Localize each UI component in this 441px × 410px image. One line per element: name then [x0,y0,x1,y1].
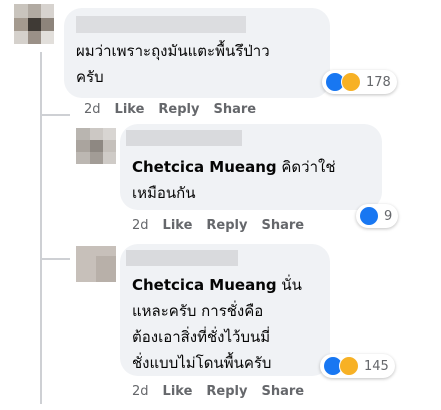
thread-line [40,52,42,404]
share-button[interactable]: Share [213,102,256,117]
reaction-summary[interactable]: 178 [322,70,397,94]
like-button[interactable]: Like [163,218,193,233]
avatar[interactable] [76,128,116,164]
reply-author-placeholder [126,250,238,266]
thread-branch [40,258,70,260]
reply-timestamp[interactable]: 2d [132,218,149,233]
reaction-count: 9 [384,208,393,224]
reply-text: Chetcica Mueang คิดว่าใช่ เหมือนกัน [132,158,336,202]
reply-author[interactable]: Chetcica Mueang [132,276,277,294]
reply-text: Chetcica Mueang นั่น แหละครับ การชั่งคือ… [132,276,302,372]
comment-author[interactable] [76,16,246,33]
haha-reaction-icon [341,72,361,92]
comment-actions: 2d Like Reply Share [84,102,270,117]
avatar[interactable] [14,4,54,44]
reply-actions: 2d Like Reply Share [132,384,318,399]
comment-timestamp[interactable]: 2d [84,102,101,117]
share-button[interactable]: Share [261,218,304,233]
reply-author-placeholder [126,130,242,146]
comment-text: ผมว่าเพราะถุงมันแตะพื้นรึป่าว ครับ [76,42,270,86]
reply-button[interactable]: Reply [158,102,199,117]
reaction-count: 145 [364,358,389,374]
avatar[interactable] [76,246,116,282]
comment-bubble: ผมว่าเพราะถุงมันแตะพื้นรึป่าว ครับ [64,8,330,98]
reply-button[interactable]: Reply [206,384,247,399]
reply-button[interactable]: Reply [206,218,247,233]
reply-timestamp[interactable]: 2d [132,384,149,399]
haha-reaction-icon [339,356,359,376]
like-reaction-icon [359,206,379,226]
reply-bubble: Chetcica Mueang คิดว่าใช่ เหมือนกัน [120,124,382,210]
reply-author[interactable]: Chetcica Mueang [132,158,277,176]
reaction-summary[interactable]: 9 [356,204,399,228]
reply-actions: 2d Like Reply Share [132,218,318,233]
reaction-summary[interactable]: 145 [320,354,395,378]
like-button[interactable]: Like [115,102,145,117]
reaction-count: 178 [366,74,391,90]
share-button[interactable]: Share [261,384,304,399]
reply-bubble: Chetcica Mueang นั่น แหละครับ การชั่งคือ… [120,244,330,376]
like-button[interactable]: Like [163,384,193,399]
thread-branch [40,114,70,116]
